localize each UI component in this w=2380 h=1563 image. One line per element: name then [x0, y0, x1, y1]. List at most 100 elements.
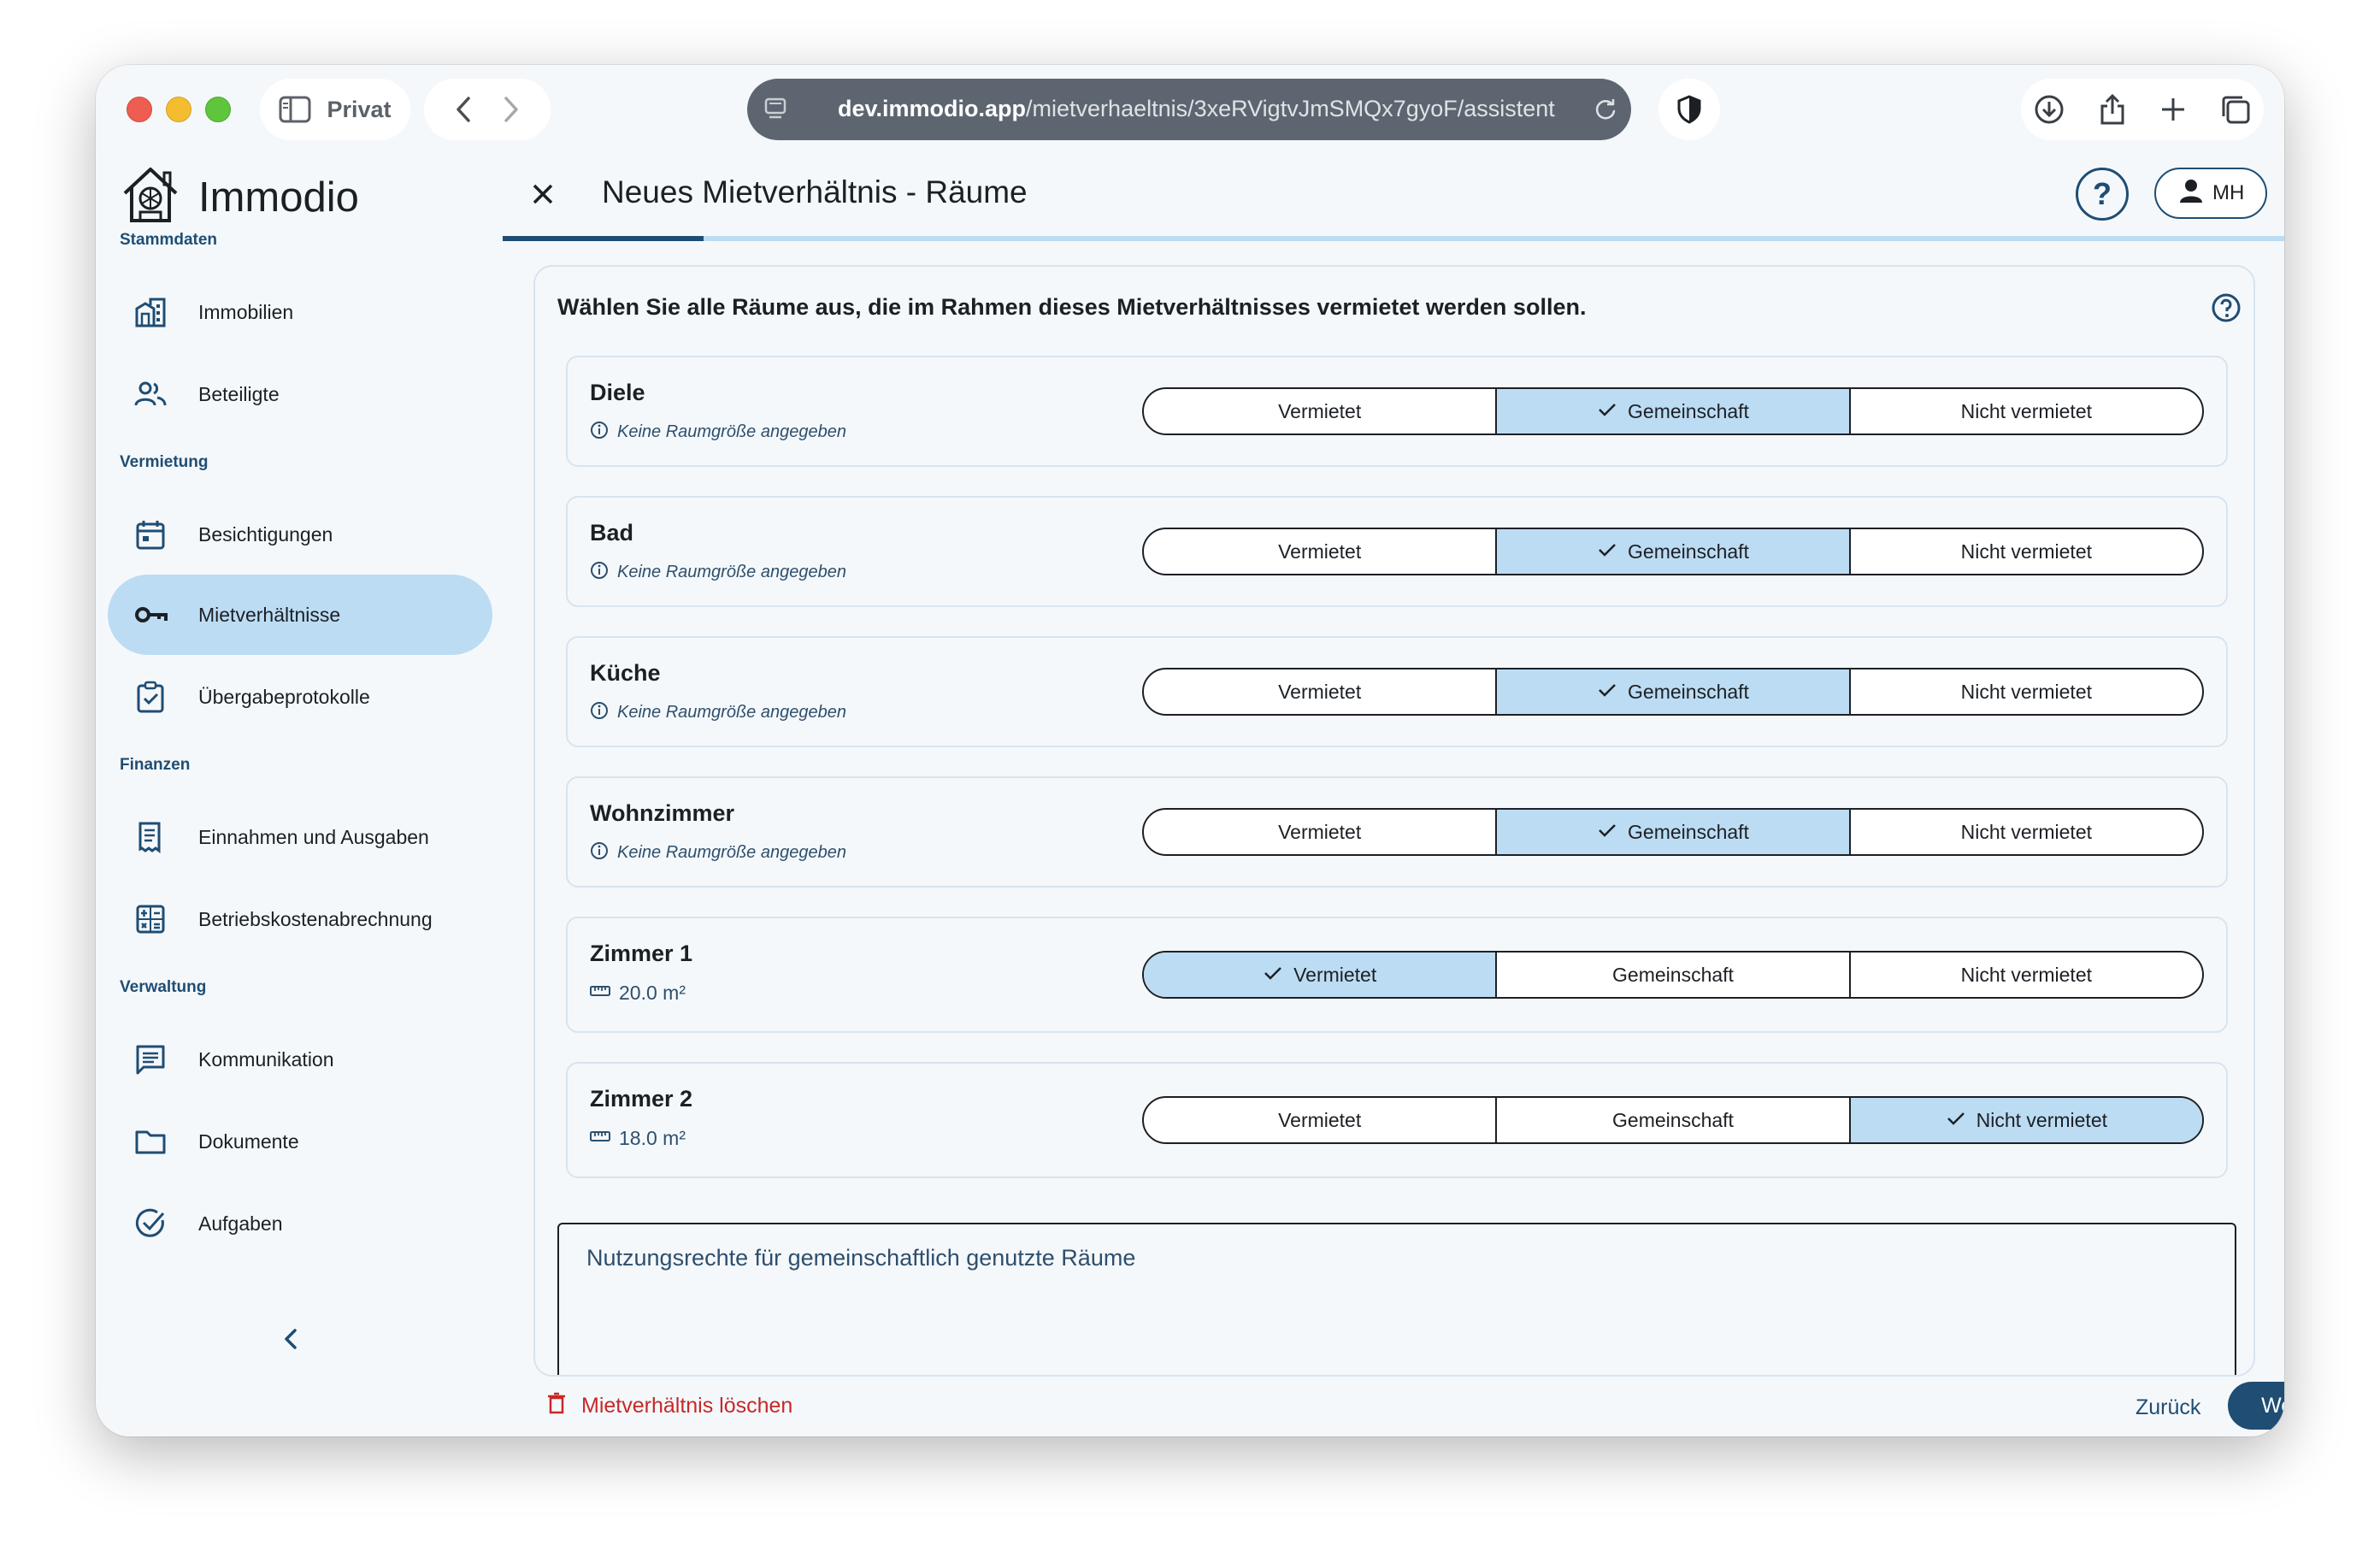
room-name: Wohnzimmer	[590, 800, 735, 826]
close-window-button[interactable]	[127, 97, 152, 122]
rental-status-toggle: Vermietet Gemeinschaft Nicht vermietet	[1142, 808, 2204, 856]
help-button[interactable]: ?	[2076, 168, 2129, 221]
sidebar-item-uebergabeprotokolle[interactable]: Übergabeprotokolle	[108, 657, 492, 737]
option-label: Vermietet	[1278, 399, 1362, 422]
sidebar-item-label: Aufgaben	[198, 1212, 283, 1235]
option-rented-button[interactable]: Vermietet	[1144, 529, 1498, 574]
page-title: Neues Mietverhältnis - Räume	[602, 174, 1028, 209]
room-name: Zimmer 1	[590, 941, 693, 966]
option-not-rented-button[interactable]: Nicht vermietet	[1851, 953, 2202, 997]
usage-rights-textarea[interactable]: Nutzungsrechte für gemeinschaftlich genu…	[557, 1223, 2236, 1375]
sidebar-item-betriebskosten[interactable]: Betriebskostenabrechnung	[108, 879, 492, 959]
option-not-rented-button[interactable]: Nicht vermietet	[1850, 1098, 2202, 1142]
app-logo[interactable]: Immodio	[120, 164, 359, 230]
sidebar-item-kommunikation[interactable]: Kommunikation	[108, 1019, 492, 1100]
info-icon	[590, 561, 609, 584]
tab-overview-icon[interactable]	[2220, 94, 2251, 125]
page-icon	[763, 96, 788, 126]
sidebar-item-label: Übergabeprotokolle	[198, 685, 370, 708]
room-row: Wohnzimmer Keine Raumgröße angegeben Vermi…	[566, 776, 2228, 888]
room-size-text: Keine Raumgröße angegeben	[617, 563, 846, 581]
room-size-text: Keine Raumgröße angegeben	[617, 843, 846, 862]
sidebar-item-aufgaben[interactable]: Aufgaben	[108, 1183, 492, 1264]
key-icon	[133, 598, 168, 632]
section-label-vermietung: Vermietung	[120, 453, 209, 471]
room-size: 20.0 m²	[590, 982, 686, 1005]
sidebar-item-dokumente[interactable]: Dokumente	[108, 1101, 492, 1182]
back-arrow-icon[interactable]	[455, 96, 472, 123]
person-icon	[2178, 178, 2204, 209]
privacy-shield-button[interactable]	[1658, 79, 1720, 140]
option-not-rented-button[interactable]: Nicht vermietet	[1851, 389, 2202, 434]
option-shared-button[interactable]: Gemeinschaft	[1497, 1098, 1851, 1142]
calendar-icon	[133, 517, 168, 551]
rental-status-toggle: Vermietet Gemeinschaft Nicht vermietet	[1142, 387, 2204, 435]
collapse-sidebar-button[interactable]	[282, 1327, 299, 1355]
address-bar[interactable]: dev.immodio.app/mietverhaeltnis/3xeRVigt…	[747, 79, 1631, 140]
download-icon[interactable]	[2034, 94, 2065, 125]
option-rented-button[interactable]: Vermietet	[1144, 810, 1498, 854]
receipt-icon	[133, 820, 168, 854]
sidebar-item-label: Dokumente	[198, 1129, 299, 1153]
option-label: Gemeinschaft	[1612, 1108, 1734, 1131]
check-icon	[1263, 964, 1283, 987]
option-label: Gemeinschaft	[1628, 399, 1749, 422]
history-navigation	[424, 79, 551, 140]
rental-status-toggle: Vermietet Gemeinschaft Nicht vermietet	[1142, 951, 2204, 999]
back-button[interactable]: Zurück	[2136, 1395, 2200, 1420]
option-rented-button[interactable]: Vermietet	[1144, 953, 1498, 997]
forward-arrow-icon[interactable]	[503, 96, 520, 123]
private-profile-button[interactable]: Privat	[260, 79, 410, 140]
option-rented-button[interactable]: Vermietet	[1144, 1098, 1498, 1142]
sidebar-item-label: Beteiligte	[198, 382, 280, 405]
option-not-rented-button[interactable]: Nicht vermietet	[1851, 810, 2202, 854]
sidebar-item-label: Einnahmen und Ausgaben	[198, 825, 429, 848]
rental-status-toggle: Vermietet Gemeinschaft Nicht vermietet	[1142, 1096, 2204, 1144]
section-label-stammdaten: Stammdaten	[120, 231, 218, 249]
sidebar-item-immobilien[interactable]: Immobilien	[108, 272, 492, 352]
help-circle-icon[interactable]	[2211, 292, 2242, 323]
folder-icon	[133, 1124, 168, 1159]
room-size-text: 20.0 m²	[619, 982, 686, 1004]
sidebar-item-einnahmen[interactable]: Einnahmen und Ausgaben	[108, 797, 492, 877]
close-wizard-button[interactable]	[521, 173, 564, 215]
new-tab-icon[interactable]	[2160, 97, 2186, 122]
maximize-window-button[interactable]	[205, 97, 231, 122]
sidebar-item-beteiligte[interactable]: Beteiligte	[108, 354, 492, 434]
people-icon	[133, 377, 168, 411]
minimize-window-button[interactable]	[166, 97, 191, 122]
delete-tenancy-button[interactable]: Mietverhältnis löschen	[547, 1392, 792, 1420]
sidebar-item-mietverhaeltnisse[interactable]: Mietverhältnisse	[108, 575, 492, 655]
sidebar-item-besichtigungen[interactable]: Besichtigungen	[108, 494, 492, 575]
check-icon	[1597, 681, 1617, 704]
option-rented-button[interactable]: Vermietet	[1144, 669, 1498, 714]
option-rented-button[interactable]: Vermietet	[1144, 389, 1498, 434]
option-not-rented-button[interactable]: Nicht vermietet	[1851, 669, 2202, 714]
browser-window: Privat dev.immodio.app/mietverhaeltnis/3…	[96, 65, 2284, 1436]
room-selection-question: Wählen Sie alle Räume aus, die im Rahmen…	[557, 294, 1587, 320]
next-button[interactable]: Weiter	[2228, 1382, 2284, 1430]
user-initials: MH	[2212, 181, 2245, 204]
room-name: Bad	[590, 520, 634, 546]
option-shared-button[interactable]: Gemeinschaft	[1497, 389, 1851, 434]
option-shared-button[interactable]: Gemeinschaft	[1497, 953, 1851, 997]
option-label: Vermietet	[1293, 963, 1377, 986]
option-label: Gemeinschaft	[1612, 963, 1734, 986]
option-not-rented-button[interactable]: Nicht vermietet	[1851, 529, 2202, 574]
sidebar-toggle-icon	[279, 96, 311, 123]
option-label: Gemeinschaft	[1628, 680, 1749, 703]
section-label-verwaltung: Verwaltung	[120, 978, 207, 996]
toolbar-actions	[2021, 79, 2264, 140]
option-shared-button[interactable]: Gemeinschaft	[1497, 529, 1851, 574]
help-icon: ?	[2093, 176, 2112, 211]
reload-icon[interactable]	[1594, 97, 1617, 126]
room-size-text: Keine Raumgröße angegeben	[617, 703, 846, 722]
option-shared-button[interactable]: Gemeinschaft	[1497, 669, 1851, 714]
room-name: Diele	[590, 380, 645, 405]
option-shared-button[interactable]: Gemeinschaft	[1497, 810, 1851, 854]
info-icon	[590, 701, 609, 724]
user-menu-button[interactable]: MH	[2154, 168, 2267, 219]
room-size-text: 18.0 m²	[619, 1127, 686, 1149]
delete-tenancy-label: Mietverhältnis löschen	[581, 1394, 793, 1418]
share-icon[interactable]	[2099, 93, 2126, 126]
